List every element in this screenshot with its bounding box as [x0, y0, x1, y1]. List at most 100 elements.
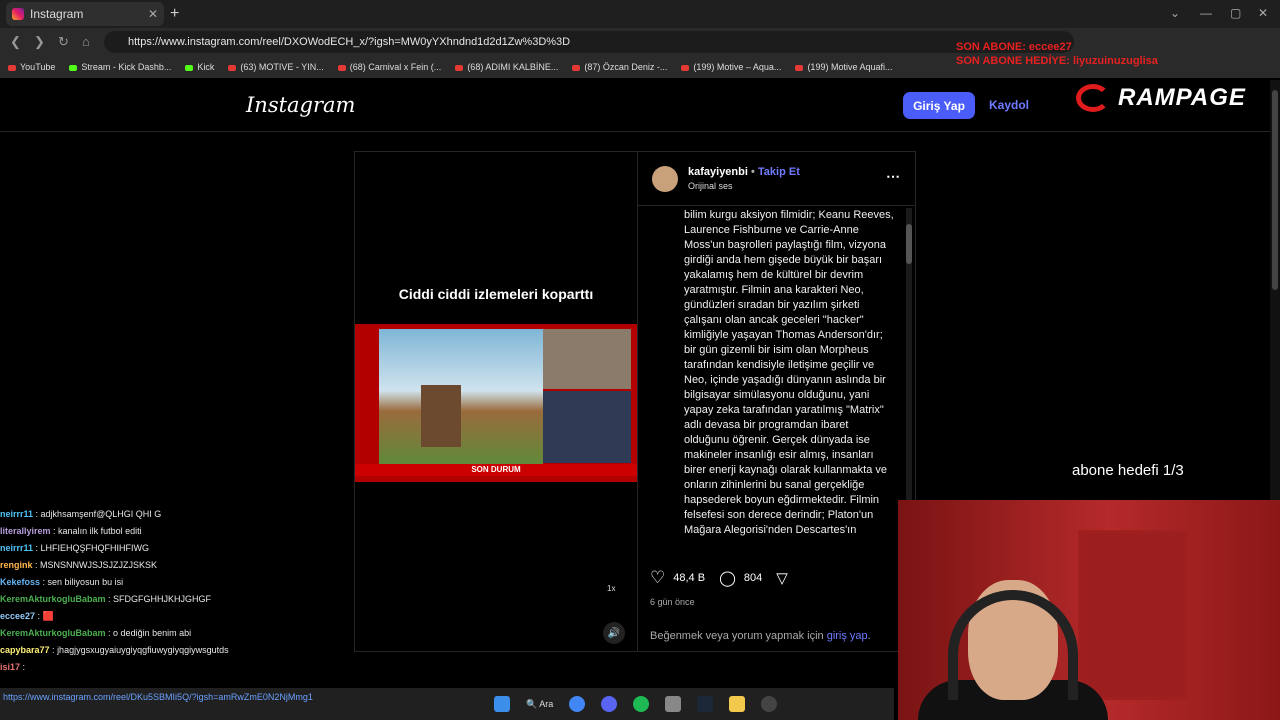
- chat-username[interactable]: KeremAkturkogluBabam: [0, 628, 106, 638]
- chat-text: adjkhsamşenf@QLHGI QHI G: [40, 509, 162, 519]
- login-button[interactable]: Giriş Yap: [903, 92, 975, 119]
- playback-speed[interactable]: 1x: [607, 584, 615, 593]
- chat-username[interactable]: neirrr11: [0, 543, 33, 553]
- bookmark-item[interactable]: Kick: [185, 62, 214, 72]
- last-gift-text: SON ABONE HEDİYE: liyuzuinuzuglisa: [956, 55, 1158, 67]
- taskbar-search[interactable]: 🔍 Ara: [526, 699, 553, 710]
- reel-post: Ciddi ciddi izlemeleri koparttı SON DURU…: [354, 151, 916, 652]
- chat-message: isi17 :: [0, 662, 26, 672]
- bookmark-item[interactable]: (68) ADIMI KALBİNE...: [455, 62, 558, 72]
- webcam-feed: [898, 500, 1280, 720]
- post-actions: ♡ 48,4 B ◯ 804 ▽: [650, 568, 788, 588]
- chat-username[interactable]: neirrr11: [0, 509, 33, 519]
- audio-label[interactable]: Orijinal ses: [688, 181, 733, 191]
- maximize-icon[interactable]: ▢: [1230, 6, 1241, 20]
- login-prompt-link[interactable]: giriş yap: [827, 630, 868, 642]
- instagram-logo[interactable]: Instagram: [246, 93, 355, 117]
- bookmark-item[interactable]: (63) MOTIVE - YIN...: [228, 62, 323, 72]
- tab-bar: Instagram ✕ + ⌄ — ▢ ✕: [0, 0, 1280, 28]
- forward-icon[interactable]: ❯: [34, 34, 45, 50]
- chat-text: kanalın ilk futbol editi: [58, 526, 142, 536]
- username[interactable]: kafayiyenbi: [688, 166, 748, 178]
- chat-text: sen biliyosun bu isi: [47, 577, 124, 587]
- post-time: 6 gün önce: [650, 597, 695, 607]
- bookmark-item[interactable]: (199) Motive Aquafi...: [795, 62, 892, 72]
- discord-icon[interactable]: [601, 696, 618, 712]
- chat-message: eccee27 : 🟥: [0, 611, 54, 621]
- windows-start-icon[interactable]: [494, 696, 510, 712]
- back-icon[interactable]: ❮: [10, 34, 21, 50]
- chat-username[interactable]: isi17: [0, 662, 20, 672]
- chat-text: LHFIEHQŞFHQFHIHFIWG: [40, 543, 150, 553]
- chat-message: KeremAkturkogluBabam : o dediğin benim a…: [0, 628, 192, 638]
- sponsor-name: RAMPAGE: [1118, 84, 1246, 111]
- share-icon[interactable]: ▽: [776, 569, 788, 587]
- close-tab-icon[interactable]: ✕: [148, 7, 158, 21]
- description-scrollbar[interactable]: [906, 208, 912, 508]
- tab-title: Instagram: [30, 7, 84, 21]
- chat-text: SFDGFGHHJKHJGHGF: [113, 594, 212, 604]
- stream-sub-overlay: SON ABONE: eccee27 SON ABONE HEDİYE: liy…: [956, 40, 1158, 68]
- chat-message: KeremAkturkogluBabam : SFDGFGHHJKHJGHGF: [0, 594, 212, 604]
- comment-icon[interactable]: ◯: [719, 569, 736, 587]
- tab-list-icon[interactable]: ⌄: [1170, 6, 1180, 20]
- reel-video[interactable]: Ciddi ciddi izlemeleri koparttı SON DURU…: [355, 152, 637, 651]
- guest-video-2: [543, 391, 631, 463]
- follow-button[interactable]: Takip Et: [758, 166, 800, 178]
- chat-message: neirrr11 : LHFIEHQŞFHQFHIHFIWG: [0, 543, 150, 553]
- last-sub-text: SON ABONE: eccee27: [956, 41, 1072, 53]
- chat-username[interactable]: Kekefoss: [0, 577, 40, 587]
- bookmark-item[interactable]: (87) Özcan Deniz -...: [572, 62, 667, 72]
- login-prompt-text: Beğenmek veya yorum yapmak için: [650, 630, 824, 642]
- comment-count: 804: [743, 572, 763, 584]
- sponsor-logo: RAMPAGE: [1076, 84, 1246, 112]
- new-tab-icon[interactable]: +: [170, 5, 179, 23]
- description-scroll-thumb[interactable]: [906, 224, 912, 264]
- like-count: 48,4 B: [673, 572, 706, 584]
- reload-icon[interactable]: ↻: [58, 34, 69, 50]
- browser-icon[interactable]: [569, 696, 586, 712]
- avatar[interactable]: [652, 166, 678, 192]
- home-icon[interactable]: ⌂: [82, 34, 90, 49]
- chat-message: neirrr11 : adjkhsamşenf@QLHGI QHI G: [0, 509, 162, 519]
- bookmark-item[interactable]: (199) Motive – Aqua...: [681, 62, 781, 72]
- post-header: kafayiyenbi • Takip Et Orijinal ses ⋯: [638, 152, 916, 206]
- news-frame: [355, 324, 637, 482]
- bookmark-item[interactable]: (68) Carnival x Fein (...: [338, 62, 442, 72]
- post-description: bilim kurgu aksiyon filmidir; Keanu Reev…: [684, 209, 894, 536]
- tab-instagram[interactable]: Instagram ✕: [6, 2, 164, 26]
- guest-video-1: [543, 329, 631, 389]
- chat-message: Kekefoss : sen biliyosun bu isi: [0, 577, 124, 587]
- bookmark-item[interactable]: YouTube: [8, 62, 55, 72]
- video-caption: Ciddi ciddi izlemeleri koparttı: [398, 286, 594, 302]
- chat-username[interactable]: literallyirem: [0, 526, 51, 536]
- obs-icon[interactable]: [761, 696, 778, 712]
- scrollbar-thumb[interactable]: [1272, 90, 1278, 290]
- minimize-icon[interactable]: —: [1200, 6, 1212, 20]
- url-field[interactable]: https://www.instagram.com/reel/DXOWodECH…: [104, 31, 1074, 53]
- more-options-icon[interactable]: ⋯: [886, 168, 900, 185]
- chat-message: literallyirem : kanalın ilk futbol editi: [0, 526, 142, 536]
- file-explorer-icon[interactable]: [729, 696, 746, 712]
- post-sidebar: kafayiyenbi • Takip Et Orijinal ses ⋯ bi…: [637, 152, 916, 651]
- rampage-logo-icon: [1076, 84, 1110, 112]
- chat-username[interactable]: capybara77: [0, 645, 50, 655]
- minecraft-character: [421, 385, 461, 447]
- chat-text: MSNSNNWJSJSJZJZJSKSK: [40, 560, 158, 570]
- chat-message: capybara77 : jhagjygsxugyaiuygiyqgfiuwyg…: [0, 645, 229, 655]
- link-preview: https://www.instagram.com/reel/DKu5SBMIi…: [0, 688, 480, 720]
- like-icon[interactable]: ♡: [650, 568, 665, 588]
- chat-message: rengink : MSNSNNWJSJSJZJZJSKSK: [0, 560, 158, 570]
- chat-username[interactable]: rengink: [0, 560, 33, 570]
- signup-link[interactable]: Kaydol: [989, 98, 1029, 112]
- instagram-favicon-icon: [12, 8, 24, 20]
- chat-username[interactable]: KeremAkturkogluBabam: [0, 594, 106, 604]
- chat-username[interactable]: eccee27: [0, 611, 35, 621]
- settings-icon[interactable]: [665, 696, 682, 712]
- spotify-icon[interactable]: [633, 696, 650, 712]
- volume-icon[interactable]: 🔊: [603, 622, 625, 644]
- close-window-icon[interactable]: ✕: [1258, 6, 1268, 20]
- steam-icon[interactable]: [697, 696, 714, 712]
- bookmark-item[interactable]: Stream - Kick Dashb...: [69, 62, 171, 72]
- taskbar-search-label: Ara: [539, 698, 554, 709]
